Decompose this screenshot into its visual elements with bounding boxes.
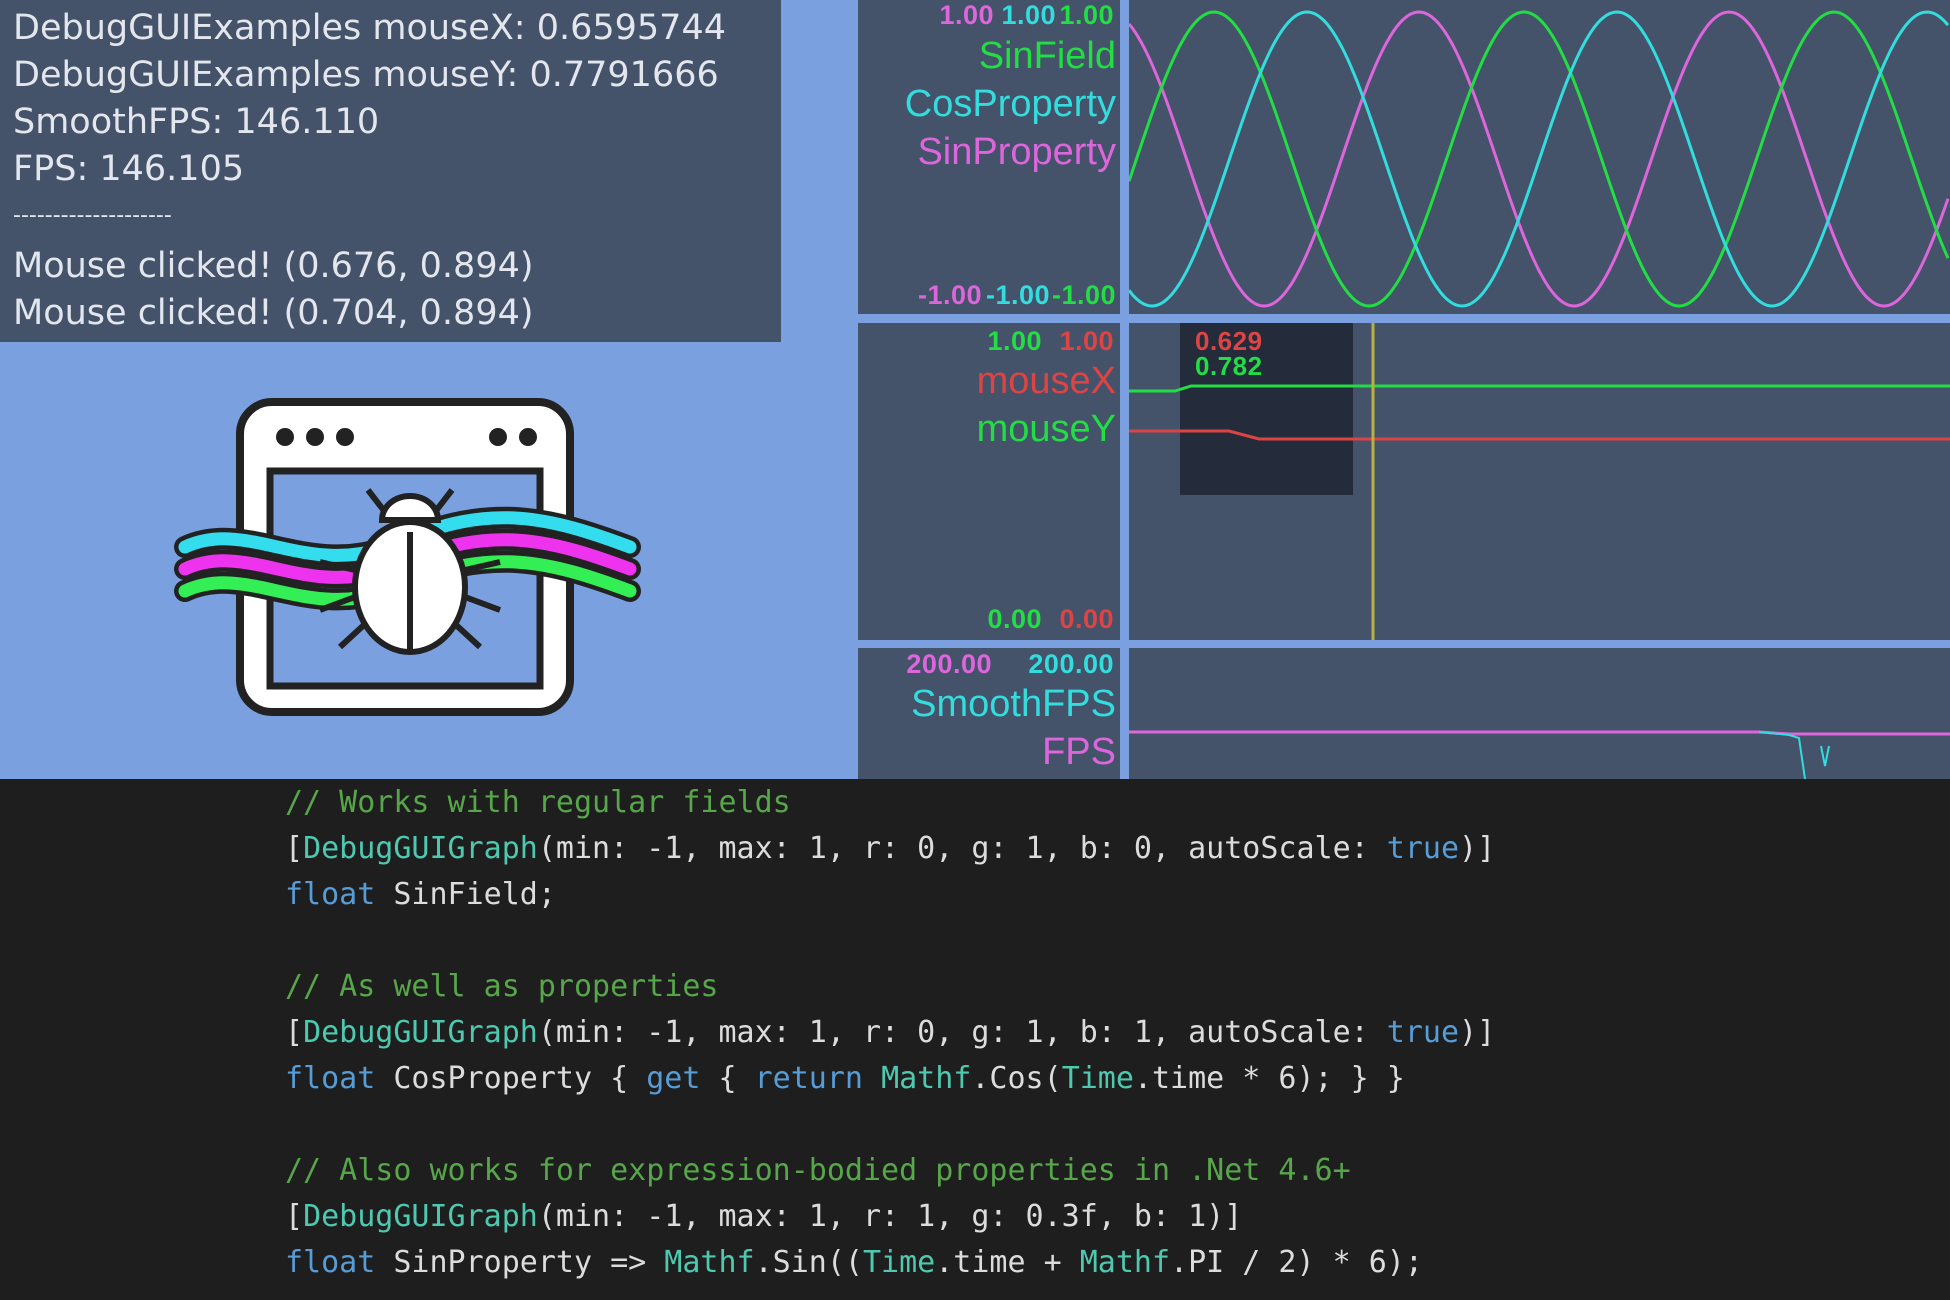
log-line-mousex: DebugGUIExamples mouseX: 0.6595744: [13, 8, 726, 48]
code-line-2: [DebugGUIGraph(min: -1, max: 1, r: 0, g:…: [285, 831, 1496, 866]
sinfield-min: -1.00: [1051, 280, 1116, 310]
fps-graph-plot: [1129, 648, 1950, 779]
sin-graph-plot: [1129, 0, 1950, 314]
code-snippet: // Works with regular fields [DebugGUIGr…: [0, 779, 1950, 1300]
log-line-mousey: DebugGUIExamples mouseY: 0.7791666: [13, 55, 719, 95]
mouse-graph-plot[interactable]: 0.629 0.782: [1129, 323, 1950, 640]
sin-graph-labels: 1.00 1.00 1.00 SinField CosProperty SinP…: [858, 0, 1120, 314]
debug-log-panel: DebugGUIExamples mouseX: 0.6595744 Debug…: [0, 0, 781, 342]
fps-max: 200.00: [906, 649, 992, 679]
code-line-7: float CosProperty { get { return Mathf.C…: [285, 1061, 1405, 1096]
hover-value-mousey: 0.782: [1195, 351, 1263, 381]
legend-mousex: mouseX: [976, 360, 1116, 402]
code-line-11: float SinProperty => Mathf.Sin((Time.tim…: [285, 1245, 1423, 1280]
log-separator: --------------------: [13, 203, 172, 228]
fps-graph-labels: 200.00 200.00 SmoothFPS FPS: [858, 648, 1120, 779]
series-fps: [1129, 730, 1950, 736]
log-line-smoothfps: SmoothFPS: 146.110: [13, 102, 380, 142]
fps-spike: [1820, 745, 1830, 767]
mousex-max: 1.00: [1059, 326, 1114, 356]
series-smoothfps: [1758, 731, 1806, 779]
mousey-max: 1.00: [987, 326, 1042, 356]
code-line-3: float SinField;: [285, 877, 556, 912]
mouse-graph-labels: 1.00 1.00 mouseX mouseY 0.00 0.00: [858, 323, 1120, 640]
code-line-5: // As well as properties: [285, 969, 719, 1004]
sinproperty-max: 1.00: [939, 0, 994, 30]
code-line-1: // Works with regular fields: [285, 785, 791, 820]
debug-gui-preview: DebugGUIExamples mouseX: 0.6595744 Debug…: [0, 0, 1950, 779]
code-line-9: // Also works for expression-bodied prop…: [285, 1153, 1351, 1188]
smoothfps-max: 200.00: [1028, 649, 1114, 679]
sinproperty-min: -1.00: [917, 280, 982, 310]
code-line-10: [DebugGUIGraph(min: -1, max: 1, r: 1, g:…: [285, 1199, 1243, 1234]
cosproperty-min: -1.00: [985, 280, 1050, 310]
sinfield-max: 1.00: [1059, 0, 1114, 30]
cosproperty-max: 1.00: [1001, 0, 1056, 30]
legend-fps: FPS: [1042, 731, 1116, 773]
legend-smoothfps: SmoothFPS: [911, 683, 1116, 725]
legend-sinproperty: SinProperty: [917, 131, 1116, 173]
mousex-min: 0.00: [1059, 604, 1114, 634]
debug-gui-bug-window-icon: [174, 398, 641, 716]
code-line-6: [DebugGUIGraph(min: -1, max: 1, r: 0, g:…: [285, 1015, 1496, 1050]
legend-cosproperty: CosProperty: [904, 83, 1116, 125]
legend-mousey: mouseY: [976, 408, 1116, 450]
log-line-click-1: Mouse clicked! (0.676, 0.894): [13, 246, 534, 286]
mousey-min: 0.00: [987, 604, 1042, 634]
log-line-click-2: Mouse clicked! (0.704, 0.894): [13, 293, 534, 333]
legend-sinfield: SinField: [978, 35, 1116, 77]
log-line-fps: FPS: 146.105: [13, 149, 245, 189]
